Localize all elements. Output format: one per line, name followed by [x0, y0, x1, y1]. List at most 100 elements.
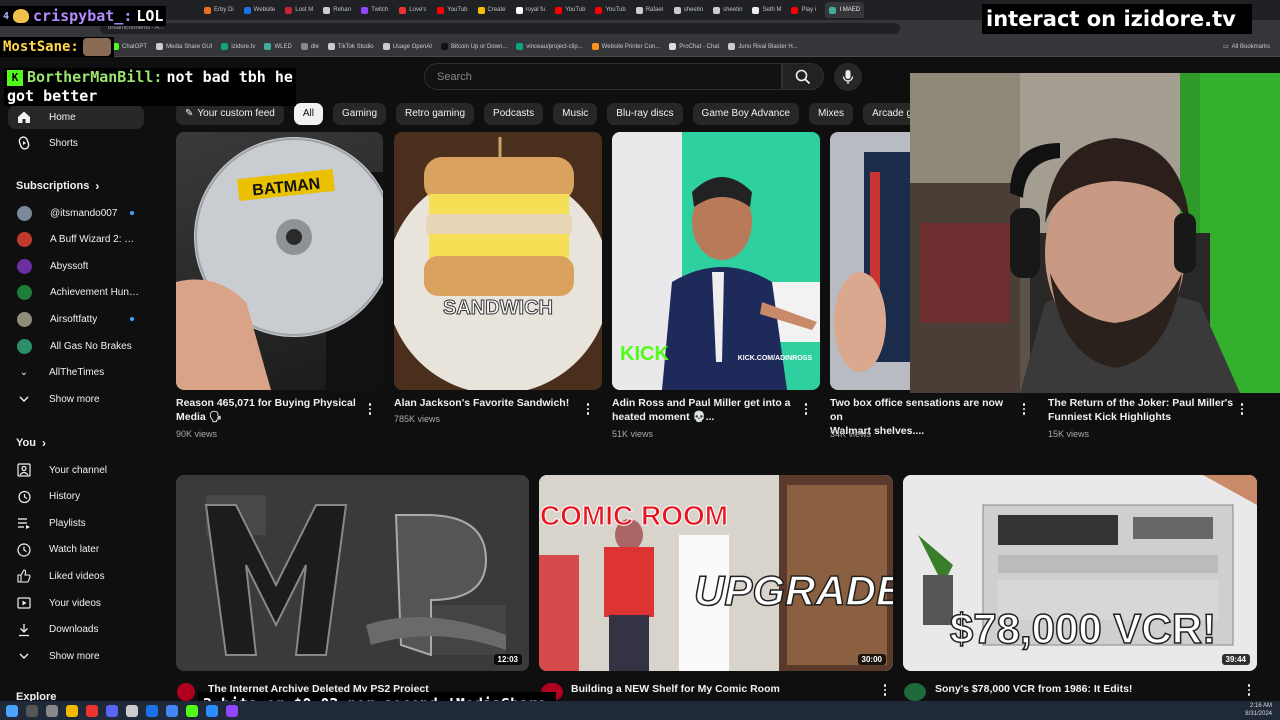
chip-your-custom-feed[interactable]: ✎ Your custom feed [176, 103, 284, 125]
browser-tab[interactable]: YouTub [433, 2, 471, 18]
channel-avatar[interactable] [904, 683, 926, 701]
bookmark-item[interactable]: vinceau/project-clip... [516, 43, 583, 50]
browser-tab[interactable]: I MAED [825, 2, 865, 18]
browser-tab[interactable]: Lost M [281, 2, 317, 18]
more-actions-icon[interactable] [880, 683, 890, 697]
taskbar-app-icon[interactable] [206, 704, 218, 717]
address-bar[interactable]: dreamElements - A... [100, 23, 900, 34]
taskbar-app-icon[interactable] [186, 704, 198, 717]
bookmark-item[interactable]: Media Share GUI [156, 43, 212, 50]
browser-tab[interactable]: royal fu [512, 2, 550, 18]
sidebar-item-shorts[interactable]: Shorts [8, 131, 144, 155]
sidebar-subscription-item[interactable]: Achievement Hunter [8, 281, 144, 305]
chip-mixes[interactable]: Mixes [808, 103, 854, 125]
browser-tab[interactable]: Rehan [319, 2, 355, 18]
sidebar-subscription-item[interactable]: ⌄ AllTheTimes [8, 361, 144, 385]
more-actions-icon[interactable] [1019, 402, 1029, 416]
chip-game-boy-advance[interactable]: Game Boy Advance [692, 103, 799, 125]
subscriptions-heading[interactable]: Subscriptions › [16, 179, 99, 193]
browser-tab[interactable]: Twitch [357, 2, 393, 18]
video-thumbnail[interactable]: SANDWICH [394, 132, 602, 390]
browser-tab[interactable]: Seth M [748, 2, 785, 18]
bookmark-item[interactable]: izidore.tv [221, 43, 255, 50]
taskbar-app-icon[interactable] [6, 704, 18, 717]
taskbar-app-icon[interactable] [166, 704, 178, 717]
browser-tab[interactable]: YouTub [591, 2, 629, 18]
sidebar-item-watch-later[interactable]: Watch later [8, 538, 144, 562]
bookmark-item[interactable]: Usage OpenAI [382, 43, 432, 50]
sidebar-item-your-channel[interactable]: Your channel [8, 458, 144, 482]
chip-gaming[interactable]: Gaming [332, 103, 386, 125]
search-button[interactable] [782, 63, 824, 90]
more-actions-icon[interactable] [801, 402, 811, 416]
browser-tab[interactable]: Rafael [632, 2, 668, 18]
video-title[interactable]: Adin Ross and Paul Miller get into a heat… [612, 396, 797, 424]
taskbar-app-icon[interactable] [126, 704, 138, 717]
bookmark-item[interactable]: WLED [264, 43, 292, 50]
all-bookmarks-button[interactable]: ▭ All Bookmarks [1223, 43, 1270, 51]
video-thumbnail[interactable]: $78,000 VCR! 39:44 [903, 475, 1257, 671]
browser-tab[interactable]: YouTub [551, 2, 589, 18]
video-thumbnail[interactable]: KICK KICK.COM/ADINROSS [612, 132, 820, 390]
more-actions-icon[interactable] [365, 402, 375, 416]
video-thumbnail[interactable]: 12:03 [176, 475, 529, 671]
browser-tab[interactable]: Erby Di [200, 2, 238, 18]
bookmark-item[interactable]: TikTok Studio [327, 43, 374, 50]
video-title[interactable]: Reason 465,071 for Buying Physical Media … [176, 396, 361, 424]
search-input[interactable]: Search [424, 63, 782, 90]
sidebar-subscription-item[interactable]: All Gas No Brakes [8, 334, 144, 358]
bookmark-item[interactable]: dle [300, 43, 319, 50]
chip-blu-ray-discs[interactable]: Blu-ray discs [607, 103, 683, 125]
browser-tab[interactable]: sheetin [709, 2, 746, 18]
video-thumbnail[interactable] [830, 132, 910, 390]
taskbar-app-icon[interactable] [66, 704, 78, 717]
more-actions-icon[interactable] [1237, 402, 1247, 416]
sidebar-subscription-item[interactable]: @itsmando007 [8, 201, 144, 225]
taskbar-app-icon[interactable] [26, 704, 38, 717]
video-title[interactable]: The Internet Archive Deleted My PS2 Proj… [208, 682, 508, 692]
channel-avatar[interactable] [177, 683, 195, 701]
system-clock[interactable]: 2:16 AM 8/31/2024 [1245, 702, 1272, 718]
video-thumbnail[interactable]: COMIC ROOM UPGRADE 30:00 [539, 475, 893, 671]
sidebar-item-history[interactable]: History [8, 485, 144, 509]
browser-tab[interactable]: sheetin [670, 2, 707, 18]
chip-retro-gaming[interactable]: Retro gaming [396, 103, 475, 125]
more-actions-icon[interactable] [583, 402, 593, 416]
you-heading[interactable]: You › [16, 436, 46, 450]
show-more-subscriptions[interactable]: Show more [8, 387, 144, 411]
chip-podcasts[interactable]: Podcasts [484, 103, 544, 125]
more-actions-icon[interactable] [1244, 683, 1254, 697]
taskbar-app-icon[interactable] [46, 704, 58, 717]
taskbar-app-icon[interactable] [146, 704, 158, 717]
browser-tab[interactable]: Website [240, 2, 280, 18]
voice-search-button[interactable] [834, 63, 862, 91]
bookmark-item[interactable]: ChatGPT [112, 43, 147, 50]
chip-music[interactable]: Music [553, 103, 598, 125]
sidebar-subscription-item[interactable]: Airsoftfatty [8, 307, 144, 331]
show-more-you[interactable]: Show more [8, 644, 144, 668]
chip-all[interactable]: All [293, 103, 323, 125]
sidebar-subscription-item[interactable]: A Buff Wizard 2: Cy... [8, 228, 144, 252]
video-title[interactable]: The Return of the Joker: Paul Miller's Fu… [1048, 396, 1238, 424]
video-title[interactable]: Sony's $78,000 VCR from 1986: It Edits! [935, 682, 1235, 696]
browser-tab[interactable]: Love's [395, 2, 431, 18]
browser-tab[interactable]: Create [474, 2, 510, 18]
bookmark-item[interactable]: ProChat - Chat [669, 43, 719, 50]
taskbar-app-icon[interactable] [226, 704, 238, 717]
sidebar-subscription-item[interactable]: Abyssoft [8, 254, 144, 278]
sidebar-item-liked-videos[interactable]: Liked videos [8, 564, 144, 588]
sidebar-item-playlists[interactable]: Playlists [8, 511, 144, 535]
video-title[interactable]: Alan Jackson's Favorite Sandwich! [394, 396, 579, 410]
sidebar-item-your-videos[interactable]: Your videos [8, 591, 144, 615]
bookmark-item[interactable]: Bitcoin Up or Down... [440, 43, 507, 50]
video-thumbnail[interactable]: BATMAN [176, 132, 383, 390]
taskbar-app-icon[interactable] [86, 704, 98, 717]
taskbar-app-icon[interactable] [106, 704, 118, 717]
video-title[interactable]: Building a NEW Shelf for My Comic Room [571, 682, 871, 696]
sidebar-item-home[interactable]: Home [8, 105, 144, 129]
bookmark-item[interactable]: Website Printer Con... [591, 43, 660, 50]
sidebar-item-downloads[interactable]: Downloads [8, 618, 144, 642]
bookmark-item[interactable]: Juno Rival Blaster H... [728, 43, 798, 50]
browser-tab[interactable]: Play i [787, 2, 823, 18]
chip-arcade-games[interactable]: Arcade games [863, 103, 910, 125]
